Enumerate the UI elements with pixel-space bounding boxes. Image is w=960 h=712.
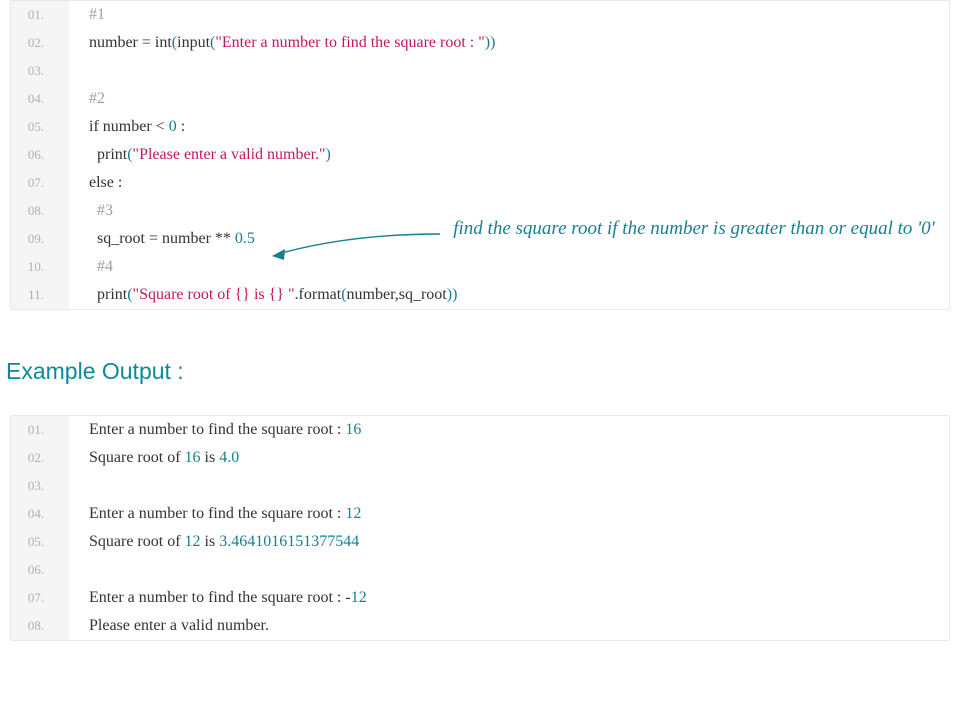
code-line: 08.Please enter a valid number. [11,612,949,640]
line-content: Enter a number to find the square root :… [69,584,367,612]
line-number: 03. [11,472,69,500]
line-number: 08. [11,612,69,640]
line-number: 04. [11,85,69,113]
code-line: 06. print("Please enter a valid number."… [11,141,949,169]
line-content: Enter a number to find the square root :… [69,500,361,528]
code-line: 02.Square root of 16 is 4.0 [11,444,949,472]
line-content: #2 [69,85,105,113]
line-content: Enter a number to find the square root :… [69,416,361,444]
line-content: else : [69,169,122,197]
line-content: sq_root = number ** 0.5 [69,225,255,253]
line-number: 02. [11,29,69,57]
line-number: 11. [11,281,69,309]
line-number: 05. [11,528,69,556]
line-number: 09. [11,225,69,253]
source-code-block: 01.#102.number = int(input("Enter a numb… [10,0,950,310]
line-number: 07. [11,584,69,612]
output-code-block: 01.Enter a number to find the square roo… [10,415,950,641]
line-number: 08. [11,197,69,225]
code-line: 01.Enter a number to find the square roo… [11,416,949,444]
line-content: #4 [69,253,113,281]
code-line: 04.Enter a number to find the square roo… [11,500,949,528]
line-content: Square root of 12 is 3.4641016151377544 [69,528,359,556]
code-line: 06. [11,556,949,584]
line-number: 10. [11,253,69,281]
line-content: if number < 0 : [69,113,185,141]
line-content: Square root of 16 is 4.0 [69,444,239,472]
line-content: #1 [69,1,105,29]
line-number: 01. [11,1,69,29]
code-line: 07.Enter a number to find the square roo… [11,584,949,612]
code-line: 03. [11,472,949,500]
code-line: 11. print("Square root of {} is {} ".for… [11,281,949,309]
line-number: 01. [11,416,69,444]
code-line: 08. #3 [11,197,949,225]
line-content: print("Please enter a valid number.") [69,141,331,169]
line-number: 07. [11,169,69,197]
code-line: 09. sq_root = number ** 0.5 [11,225,949,253]
example-output-heading: Example Output : [6,358,960,385]
line-number: 04. [11,500,69,528]
code-line: 03. [11,57,949,85]
code-line: 04.#2 [11,85,949,113]
line-number: 03. [11,57,69,85]
line-number: 05. [11,113,69,141]
code-line: 05.if number < 0 : [11,113,949,141]
line-content: #3 [69,197,113,225]
code-line: 07.else : [11,169,949,197]
line-content: print("Square root of {} is {} ".format(… [69,281,457,309]
line-number: 06. [11,141,69,169]
line-content: Please enter a valid number. [69,612,269,640]
code-line: 02.number = int(input("Enter a number to… [11,29,949,57]
code-line: 01.#1 [11,1,949,29]
line-number: 06. [11,556,69,584]
line-content: number = int(input("Enter a number to fi… [69,29,495,57]
code-line: 10. #4 [11,253,949,281]
code-line: 05.Square root of 12 is 3.46410161513775… [11,528,949,556]
line-number: 02. [11,444,69,472]
